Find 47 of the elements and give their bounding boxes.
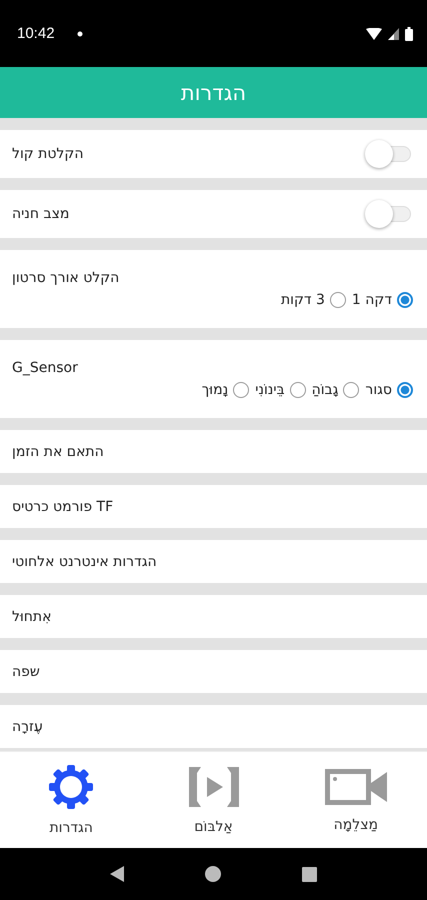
setting-label: שפה xyxy=(12,664,40,680)
radio-button[interactable] xyxy=(397,382,413,398)
setting-row[interactable]: אִתחוּל xyxy=(0,595,427,638)
setting-label: פורמט כרטיס TF xyxy=(12,498,114,514)
setting-row[interactable]: התאם את הזמן xyxy=(0,430,427,473)
radio-button[interactable] xyxy=(233,382,250,398)
setting-row[interactable]: פורמט כרטיס TF xyxy=(0,485,427,528)
notification-dot-icon xyxy=(76,30,83,36)
video-camera-icon xyxy=(322,767,389,807)
battery-icon xyxy=(405,26,413,40)
radio-option[interactable]: סגור xyxy=(365,382,413,398)
header-title: הגדרות xyxy=(180,80,246,104)
radio-button[interactable] xyxy=(290,382,306,398)
setting-label: הגדרות אינטרנט אלחוטי xyxy=(12,554,157,570)
radio-option[interactable]: גָבוֹהַ xyxy=(312,382,360,398)
setting-row[interactable]: עֶזרָה xyxy=(0,705,427,748)
wifi-icon xyxy=(366,28,382,40)
status-time: 10:42 xyxy=(17,25,55,42)
setting-label: עֶזרָה xyxy=(12,718,43,734)
nav-tab[interactable]: אַלבּוֹם xyxy=(158,759,269,841)
setting-row[interactable]: מצב חניה xyxy=(0,190,427,238)
setting-label: אִתחוּל xyxy=(12,608,52,624)
setting-row[interactable]: הגדרות אינטרנט אלחוטי xyxy=(0,540,427,583)
setting-label: הקלטת קול xyxy=(12,146,84,162)
radio-option[interactable]: דקה 1 xyxy=(352,292,413,308)
gear-icon xyxy=(48,764,94,810)
play-frame-icon xyxy=(186,765,241,809)
nav-tab[interactable]: מַצלֵמָה xyxy=(300,761,411,839)
setting-label: הקלט אורך סרטון xyxy=(12,270,120,286)
radio-button[interactable] xyxy=(330,292,346,308)
back-icon[interactable] xyxy=(110,866,124,882)
radio-button[interactable] xyxy=(343,382,360,398)
radio-option[interactable]: נָמוּך xyxy=(202,382,250,398)
recents-icon[interactable] xyxy=(302,866,317,882)
toggle-switch[interactable] xyxy=(365,200,413,228)
radio-option[interactable]: בֵּינוֹנִי xyxy=(255,382,306,398)
radio-option[interactable]: 3 דקות xyxy=(280,292,346,308)
setting-row[interactable]: הקלטת קול xyxy=(0,130,427,178)
nav-tab[interactable]: הגדרות xyxy=(16,758,126,842)
setting-label: מצב חניה xyxy=(12,206,70,222)
setting-label: התאם את הזמן xyxy=(12,444,104,460)
home-icon[interactable] xyxy=(204,866,221,882)
toggle-switch[interactable] xyxy=(365,140,413,168)
signal-icon xyxy=(388,28,399,40)
setting-label: G_Sensor xyxy=(12,360,78,376)
radio-button[interactable] xyxy=(397,292,413,308)
setting-row[interactable]: שפה xyxy=(0,650,427,693)
